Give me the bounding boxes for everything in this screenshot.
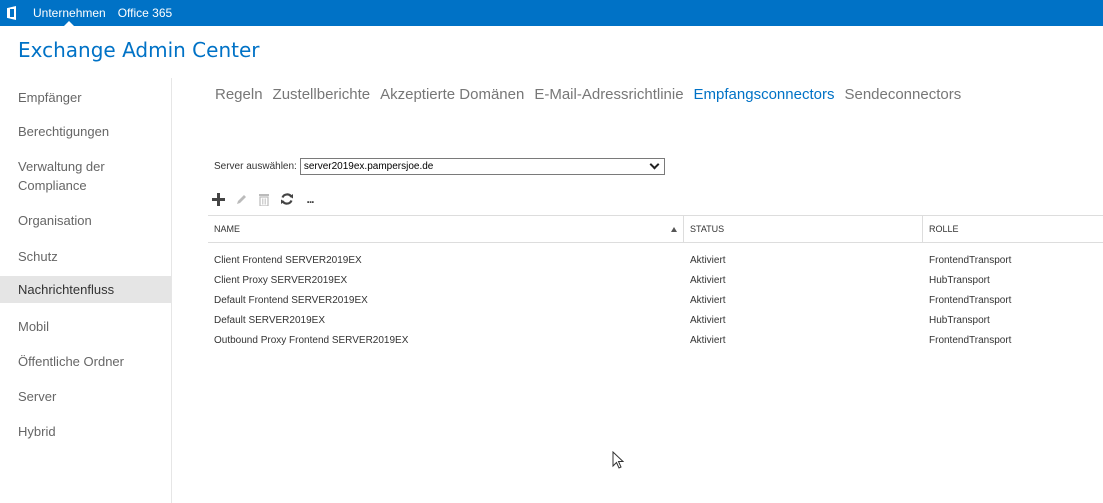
cell-status: Aktiviert <box>690 255 726 266</box>
server-select-label: Server auswählen: <box>214 161 297 172</box>
tab-empfangsconnectors[interactable]: Empfangsconnectors <box>694 86 835 103</box>
cell-rolle: FrontendTransport <box>929 295 1012 306</box>
cell-status: Aktiviert <box>690 295 726 306</box>
cell-rolle: FrontendTransport <box>929 255 1012 266</box>
sidebar-item-server[interactable]: Server <box>0 387 171 406</box>
cell-name: Default SERVER2019EX <box>214 315 325 326</box>
table-header: NAME STATUS ROLLE <box>208 215 1103 243</box>
column-header-name[interactable]: NAME <box>208 216 683 243</box>
server-select-value: server2019ex.pampersjoe.de <box>303 161 434 172</box>
sort-ascending-icon <box>671 227 677 232</box>
tab-email-adressrichtlinie[interactable]: E-Mail-Adressrichtlinie <box>534 86 683 103</box>
sidebar-item-compliance[interactable]: Verwaltung der Compliance <box>0 157 150 195</box>
cell-rolle: HubTransport <box>929 315 990 326</box>
cell-name: Default Frontend SERVER2019EX <box>214 295 368 306</box>
tab-zustellberichte[interactable]: Zustellberichte <box>273 86 371 103</box>
tab-sendeconnectors[interactable]: Sendeconnectors <box>844 86 961 103</box>
server-select-row: Server auswählen: server2019ex.pampersjo… <box>214 158 665 175</box>
cell-name: Client Proxy SERVER2019EX <box>214 275 348 286</box>
table-row[interactable]: Default SERVER2019EX Aktiviert HubTransp… <box>208 311 1103 331</box>
sidebar: Empfänger Berechtigungen Verwaltung der … <box>0 78 172 503</box>
sidebar-item-nachrichtenfluss[interactable]: Nachrichtenfluss <box>0 276 171 303</box>
tab-akzeptierte-domaenen[interactable]: Akzeptierte Domänen <box>380 86 524 103</box>
cell-name: Outbound Proxy Frontend SERVER2019EX <box>214 335 409 346</box>
table-row[interactable]: Client Frontend SERVER2019EX Aktiviert F… <box>208 251 1103 271</box>
column-header-status[interactable]: STATUS <box>683 216 922 243</box>
top-link-office365[interactable]: Office 365 <box>118 0 172 26</box>
sidebar-item-schutz[interactable]: Schutz <box>0 247 171 266</box>
toolbar: ... <box>209 190 324 208</box>
cell-status: Aktiviert <box>690 335 726 346</box>
top-link-unternehmen[interactable]: Unternehmen <box>33 0 106 26</box>
sidebar-item-empfaenger[interactable]: Empfänger <box>0 88 171 107</box>
sidebar-item-hybrid[interactable]: Hybrid <box>0 422 171 441</box>
add-icon[interactable] <box>209 190 227 208</box>
app-title: Exchange Admin Center <box>18 38 260 62</box>
column-header-rolle[interactable]: ROLLE <box>922 216 1103 243</box>
column-header-name-label: NAME <box>214 224 241 234</box>
refresh-icon[interactable] <box>278 190 296 208</box>
tab-regeln[interactable]: Regeln <box>215 86 263 103</box>
more-icon[interactable]: ... <box>301 190 319 208</box>
sidebar-item-berechtigungen[interactable]: Berechtigungen <box>0 122 171 141</box>
sidebar-item-organisation[interactable]: Organisation <box>0 211 171 230</box>
table-row[interactable]: Outbound Proxy Frontend SERVER2019EX Akt… <box>208 331 1103 351</box>
cell-rolle: HubTransport <box>929 275 990 286</box>
chevron-down-icon <box>649 159 660 170</box>
sidebar-item-mobil[interactable]: Mobil <box>0 317 171 336</box>
server-select[interactable]: server2019ex.pampersjoe.de <box>299 158 665 175</box>
table-row[interactable]: Client Proxy SERVER2019EX Aktiviert HubT… <box>208 271 1103 291</box>
table-row[interactable]: Default Frontend SERVER2019EX Aktiviert … <box>208 291 1103 311</box>
cell-status: Aktiviert <box>690 315 726 326</box>
cell-status: Aktiviert <box>690 275 726 286</box>
table-body: Client Frontend SERVER2019EX Aktiviert F… <box>208 243 1103 351</box>
office-logo-icon[interactable] <box>7 6 19 20</box>
delete-icon[interactable] <box>255 190 273 208</box>
mouse-cursor-icon <box>612 450 625 474</box>
connectors-table: NAME STATUS ROLLE Client Frontend SERVER… <box>208 215 1103 351</box>
edit-icon[interactable] <box>232 190 250 208</box>
cell-rolle: FrontendTransport <box>929 335 1012 346</box>
cell-name: Client Frontend SERVER2019EX <box>214 255 362 266</box>
sidebar-item-oeffentliche-ordner[interactable]: Öffentliche Ordner <box>0 352 171 371</box>
top-bar: Unternehmen Office 365 <box>0 0 1103 26</box>
tab-bar: Regeln Zustellberichte Akzeptierte Domän… <box>215 86 971 103</box>
